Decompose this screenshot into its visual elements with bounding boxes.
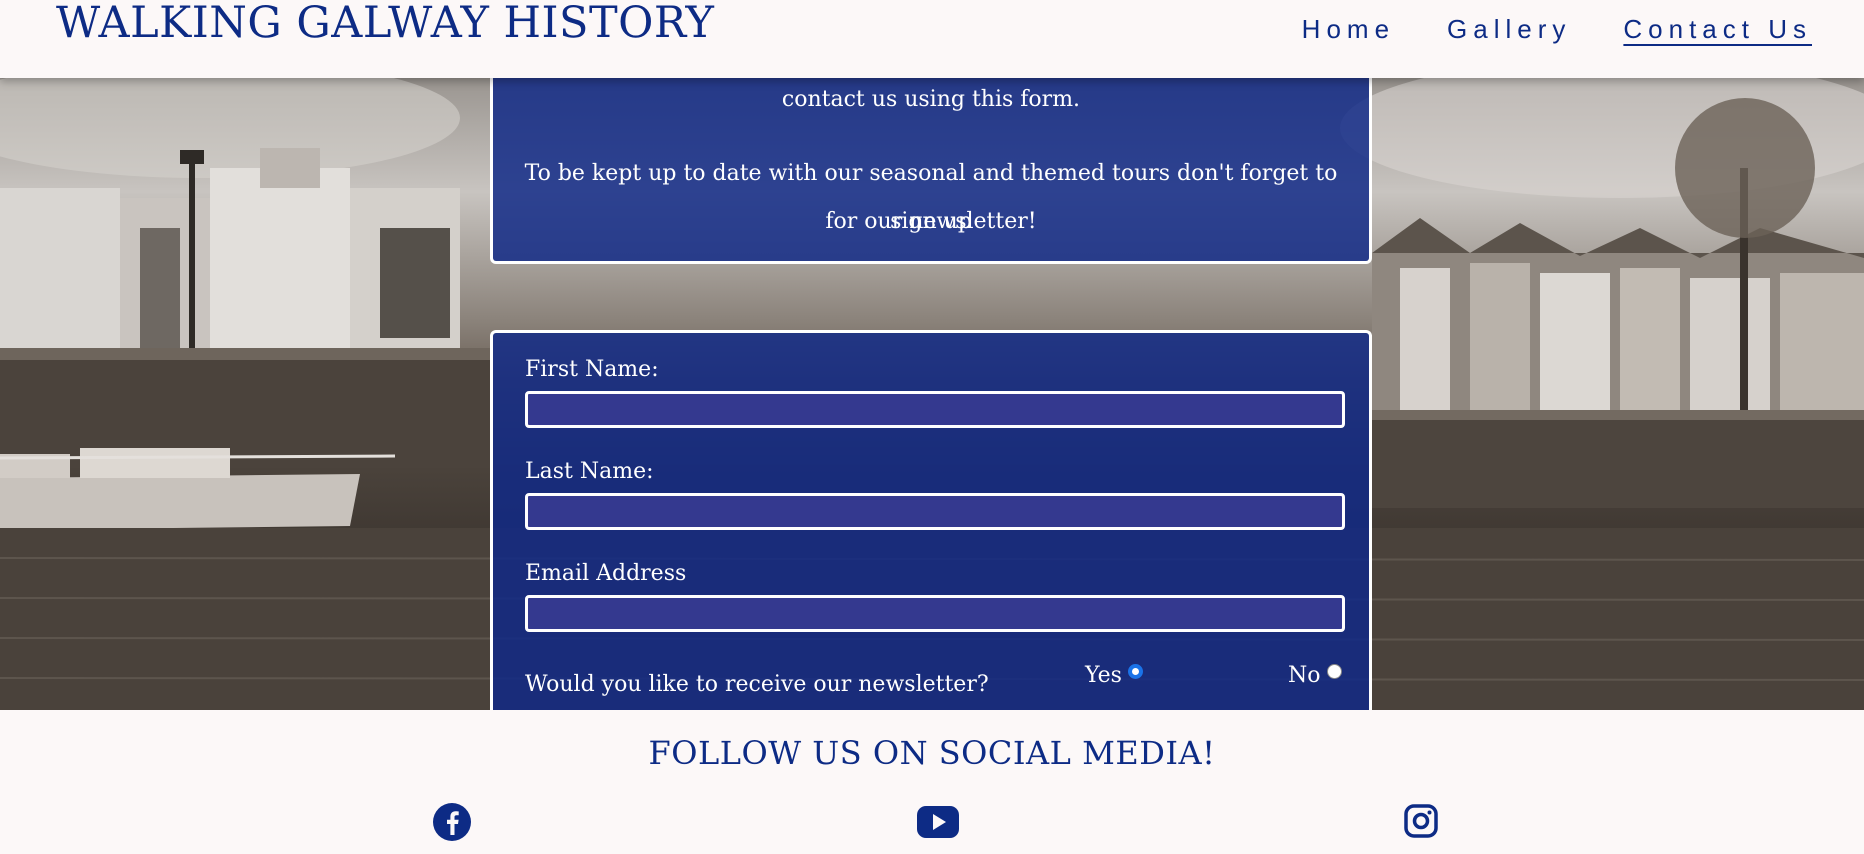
newsletter-option-yes[interactable]: Yes bbox=[1085, 663, 1143, 688]
newsletter-option-no[interactable]: No bbox=[1288, 663, 1342, 688]
first-name-label: First Name: bbox=[525, 357, 659, 382]
newsletter-question: Would you like to receive our newsletter… bbox=[525, 672, 989, 697]
youtube-icon[interactable] bbox=[917, 806, 959, 842]
email-input[interactable] bbox=[525, 595, 1345, 632]
nav-contact-link[interactable]: Contact Us bbox=[1623, 14, 1812, 45]
nav-home-link[interactable]: Home bbox=[1302, 14, 1395, 45]
instagram-icon[interactable] bbox=[1404, 804, 1438, 842]
last-name-input[interactable] bbox=[525, 493, 1345, 530]
nav-gallery-link[interactable]: Gallery bbox=[1447, 14, 1571, 45]
first-name-input[interactable] bbox=[525, 391, 1345, 428]
last-name-label: Last Name: bbox=[525, 459, 654, 484]
no-label: No bbox=[1288, 663, 1321, 688]
facebook-icon[interactable] bbox=[432, 802, 472, 846]
site-title[interactable]: WALKING GALWAY HISTORY bbox=[56, 0, 714, 48]
main-nav: Home Gallery Contact Us bbox=[1302, 14, 1812, 45]
intro-text-line: for our newsletter! bbox=[825, 209, 1037, 234]
follow-title: FOLLOW US ON SOCIAL MEDIA! bbox=[648, 734, 1216, 772]
contact-form: First Name: Last Name: Email Address Wou… bbox=[490, 330, 1372, 720]
email-label: Email Address bbox=[525, 561, 687, 586]
no-radio[interactable] bbox=[1326, 664, 1342, 679]
site-header: WALKING GALWAY HISTORY Home Gallery Cont… bbox=[0, 0, 1864, 78]
intro-text-line: contact us using this form. bbox=[781, 87, 1081, 112]
intro-panel: contact us using this form. To be kept u… bbox=[490, 66, 1372, 264]
yes-radio[interactable] bbox=[1127, 664, 1143, 679]
yes-label: Yes bbox=[1085, 663, 1122, 688]
site-footer: FOLLOW US ON SOCIAL MEDIA! bbox=[0, 710, 1864, 854]
